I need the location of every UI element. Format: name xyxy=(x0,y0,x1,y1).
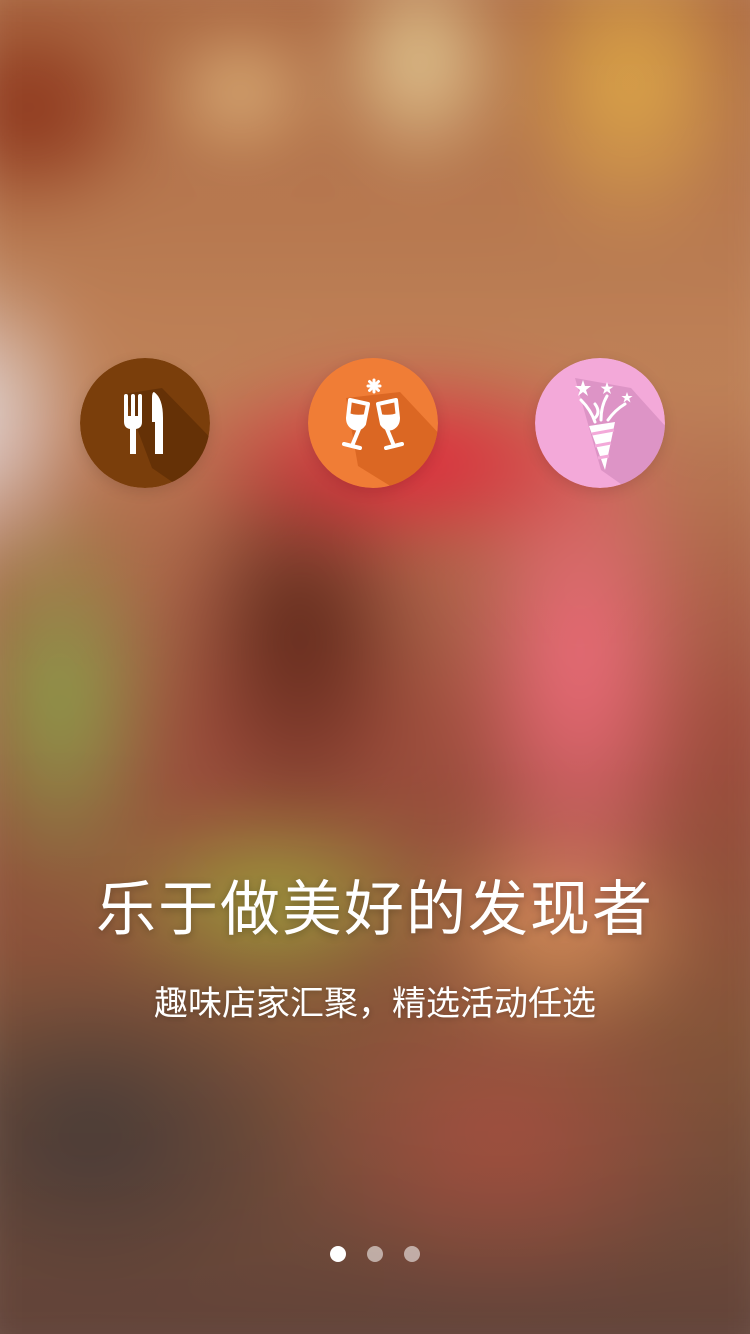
page-indicator xyxy=(0,1246,750,1262)
onboarding-screen: 乐于做美好的发现者 趣味店家汇聚，精选活动任选 xyxy=(0,0,750,1334)
page-dot-3[interactable] xyxy=(404,1246,420,1262)
champagne-toast-icon xyxy=(308,358,438,488)
headline: 乐于做美好的发现者 xyxy=(96,875,654,945)
party-popper-icon xyxy=(535,358,665,488)
page-dot-2[interactable] xyxy=(367,1246,383,1262)
fork-knife-icon xyxy=(80,358,210,488)
page-dot-1[interactable] xyxy=(330,1246,346,1262)
subheadline: 趣味店家汇聚，精选活动任选 xyxy=(154,984,596,1024)
